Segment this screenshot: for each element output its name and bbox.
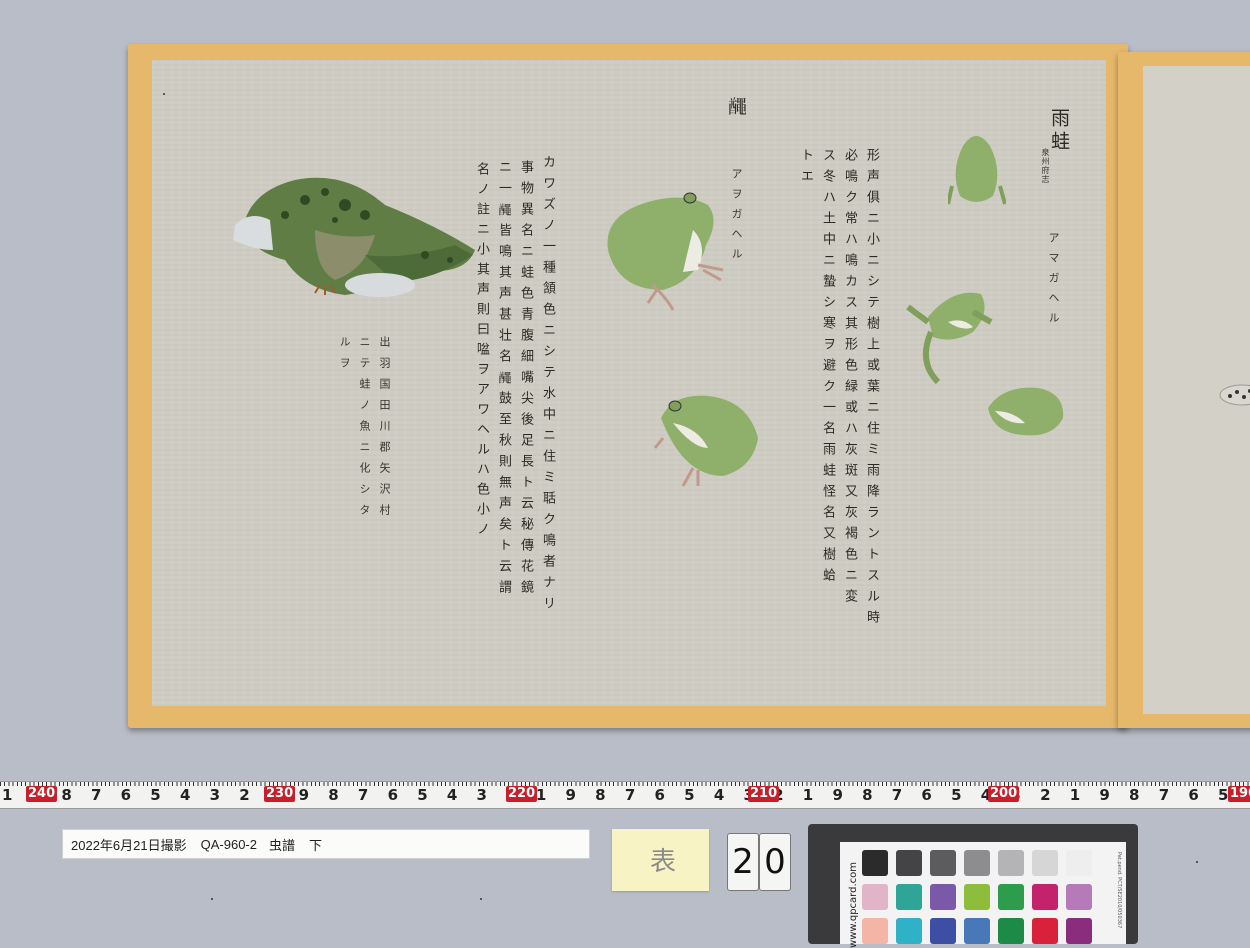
photo-label: 2022年6月21日撮影 QA-960-2 虫譜 下	[62, 829, 590, 859]
color-swatch	[862, 918, 888, 944]
ruler-mark-240: 240	[26, 786, 58, 802]
ruler-mark-190: 190	[1228, 786, 1250, 802]
color-swatch	[1032, 850, 1058, 876]
color-swatch	[896, 884, 922, 910]
page-number-digit-2: 0	[759, 833, 791, 891]
note-column-1: 出羽国田川郡矢沢村	[378, 336, 391, 525]
text-column-6: 必鳴ク常ハ鳴カス其形色緑或ハ灰斑又灰褐色ニ変	[842, 148, 857, 610]
dust-speck	[163, 93, 165, 95]
frog-illustration-4	[906, 292, 993, 385]
ruler-digits: 1 9 8 7 6 5 4 3 2 1 9 8 7 6 5 4 3 2 1 9 …	[2, 786, 1250, 804]
text-column-7: ス冬ハ土中ニ蟄シ寒ヲ避ク一名雨蛙怪名又樹蛤	[820, 148, 835, 589]
color-swatch	[896, 850, 922, 876]
text-column-5: 形声俱ニ小ニシテ樹上或葉ニ住ミ雨降ラントスル時	[864, 148, 879, 631]
color-checker-card: www.qpcard.com Pat.pend. PCT/SE2010/0503…	[808, 824, 1138, 948]
frog-illustration-1	[607, 192, 724, 311]
dust-speck	[211, 898, 213, 900]
reading-amagaeru: アマガヘル	[1047, 232, 1060, 332]
color-checker-panel: www.qpcard.com Pat.pend. PCT/SE2010/0503…	[840, 842, 1126, 948]
text-column-8: トエ	[798, 148, 813, 190]
text-column-4: 名ノ註ニ小其声則曰㖹ヲアワヘルハ色小ノ	[474, 162, 489, 542]
reading-aogaeru: アヲガヘル	[730, 168, 743, 268]
color-swatch	[930, 884, 956, 910]
color-card-code: Pat.pend. PCT/SE2010/050367	[1116, 852, 1122, 929]
measuring-ruler: 1 9 8 7 6 5 4 3 2 1 9 8 7 6 5 4 3 2 1 9 …	[0, 781, 1250, 809]
note-column-3: ルヲ	[338, 336, 351, 378]
label-date: 2022年6月21日撮影	[71, 837, 187, 853]
color-card-url: www.qpcard.com	[848, 862, 859, 948]
color-swatch	[964, 884, 990, 910]
title-amagaeru-note: 泉州府志	[1041, 148, 1050, 184]
note-column-2: ニテ蛙ノ魚ニ化シタ	[358, 336, 371, 525]
color-swatch	[862, 850, 888, 876]
color-swatch	[1032, 918, 1058, 944]
color-swatch	[1066, 884, 1092, 910]
text-column-1: カワズノ一種頷色ニシテ水中ニ住ミ聒ク鳴者ナリ	[540, 155, 555, 617]
frog-illustration-5	[988, 387, 1064, 436]
color-swatch	[998, 850, 1024, 876]
color-swatch	[930, 918, 956, 944]
frog-illustration-3	[948, 136, 1006, 205]
color-swatch	[964, 918, 990, 944]
text-column-2: 事物異名ニ蛙色青腹細嘴尖後足長ト云秘傳花鏡	[518, 160, 533, 601]
color-swatch	[964, 850, 990, 876]
label-code: QA-960-2	[200, 836, 257, 852]
label-volume: 下	[309, 837, 323, 853]
color-swatch	[998, 918, 1024, 944]
color-swatch	[896, 918, 922, 944]
toad-illustration	[233, 177, 475, 297]
frog-illustration-2	[653, 395, 758, 487]
ruler-mark-220: 220	[506, 786, 538, 802]
title-kaeru: 𪓰	[726, 96, 748, 119]
sticky-note-text: 表	[650, 847, 677, 877]
color-swatch	[1066, 918, 1092, 944]
sticky-note: 表	[612, 829, 709, 891]
dust-speck	[480, 898, 482, 900]
ruler-mark-200: 200	[988, 786, 1020, 802]
fragment-drawing	[1219, 384, 1250, 406]
color-swatch	[930, 850, 956, 876]
color-swatch	[1066, 850, 1092, 876]
dust-speck	[1196, 861, 1198, 863]
text-column-3: ニ一𪓰皆鳴其声甚壮名𪓰鼓至秋則無声矣ト云謂	[496, 160, 511, 601]
color-swatch	[862, 884, 888, 910]
color-swatch	[998, 884, 1024, 910]
ruler-mark-210: 210	[748, 786, 780, 802]
label-title: 虫譜	[269, 837, 296, 853]
page-number-digit-1: 2	[727, 833, 759, 891]
ruler-mark-230: 230	[264, 786, 296, 802]
color-swatch	[1032, 884, 1058, 910]
